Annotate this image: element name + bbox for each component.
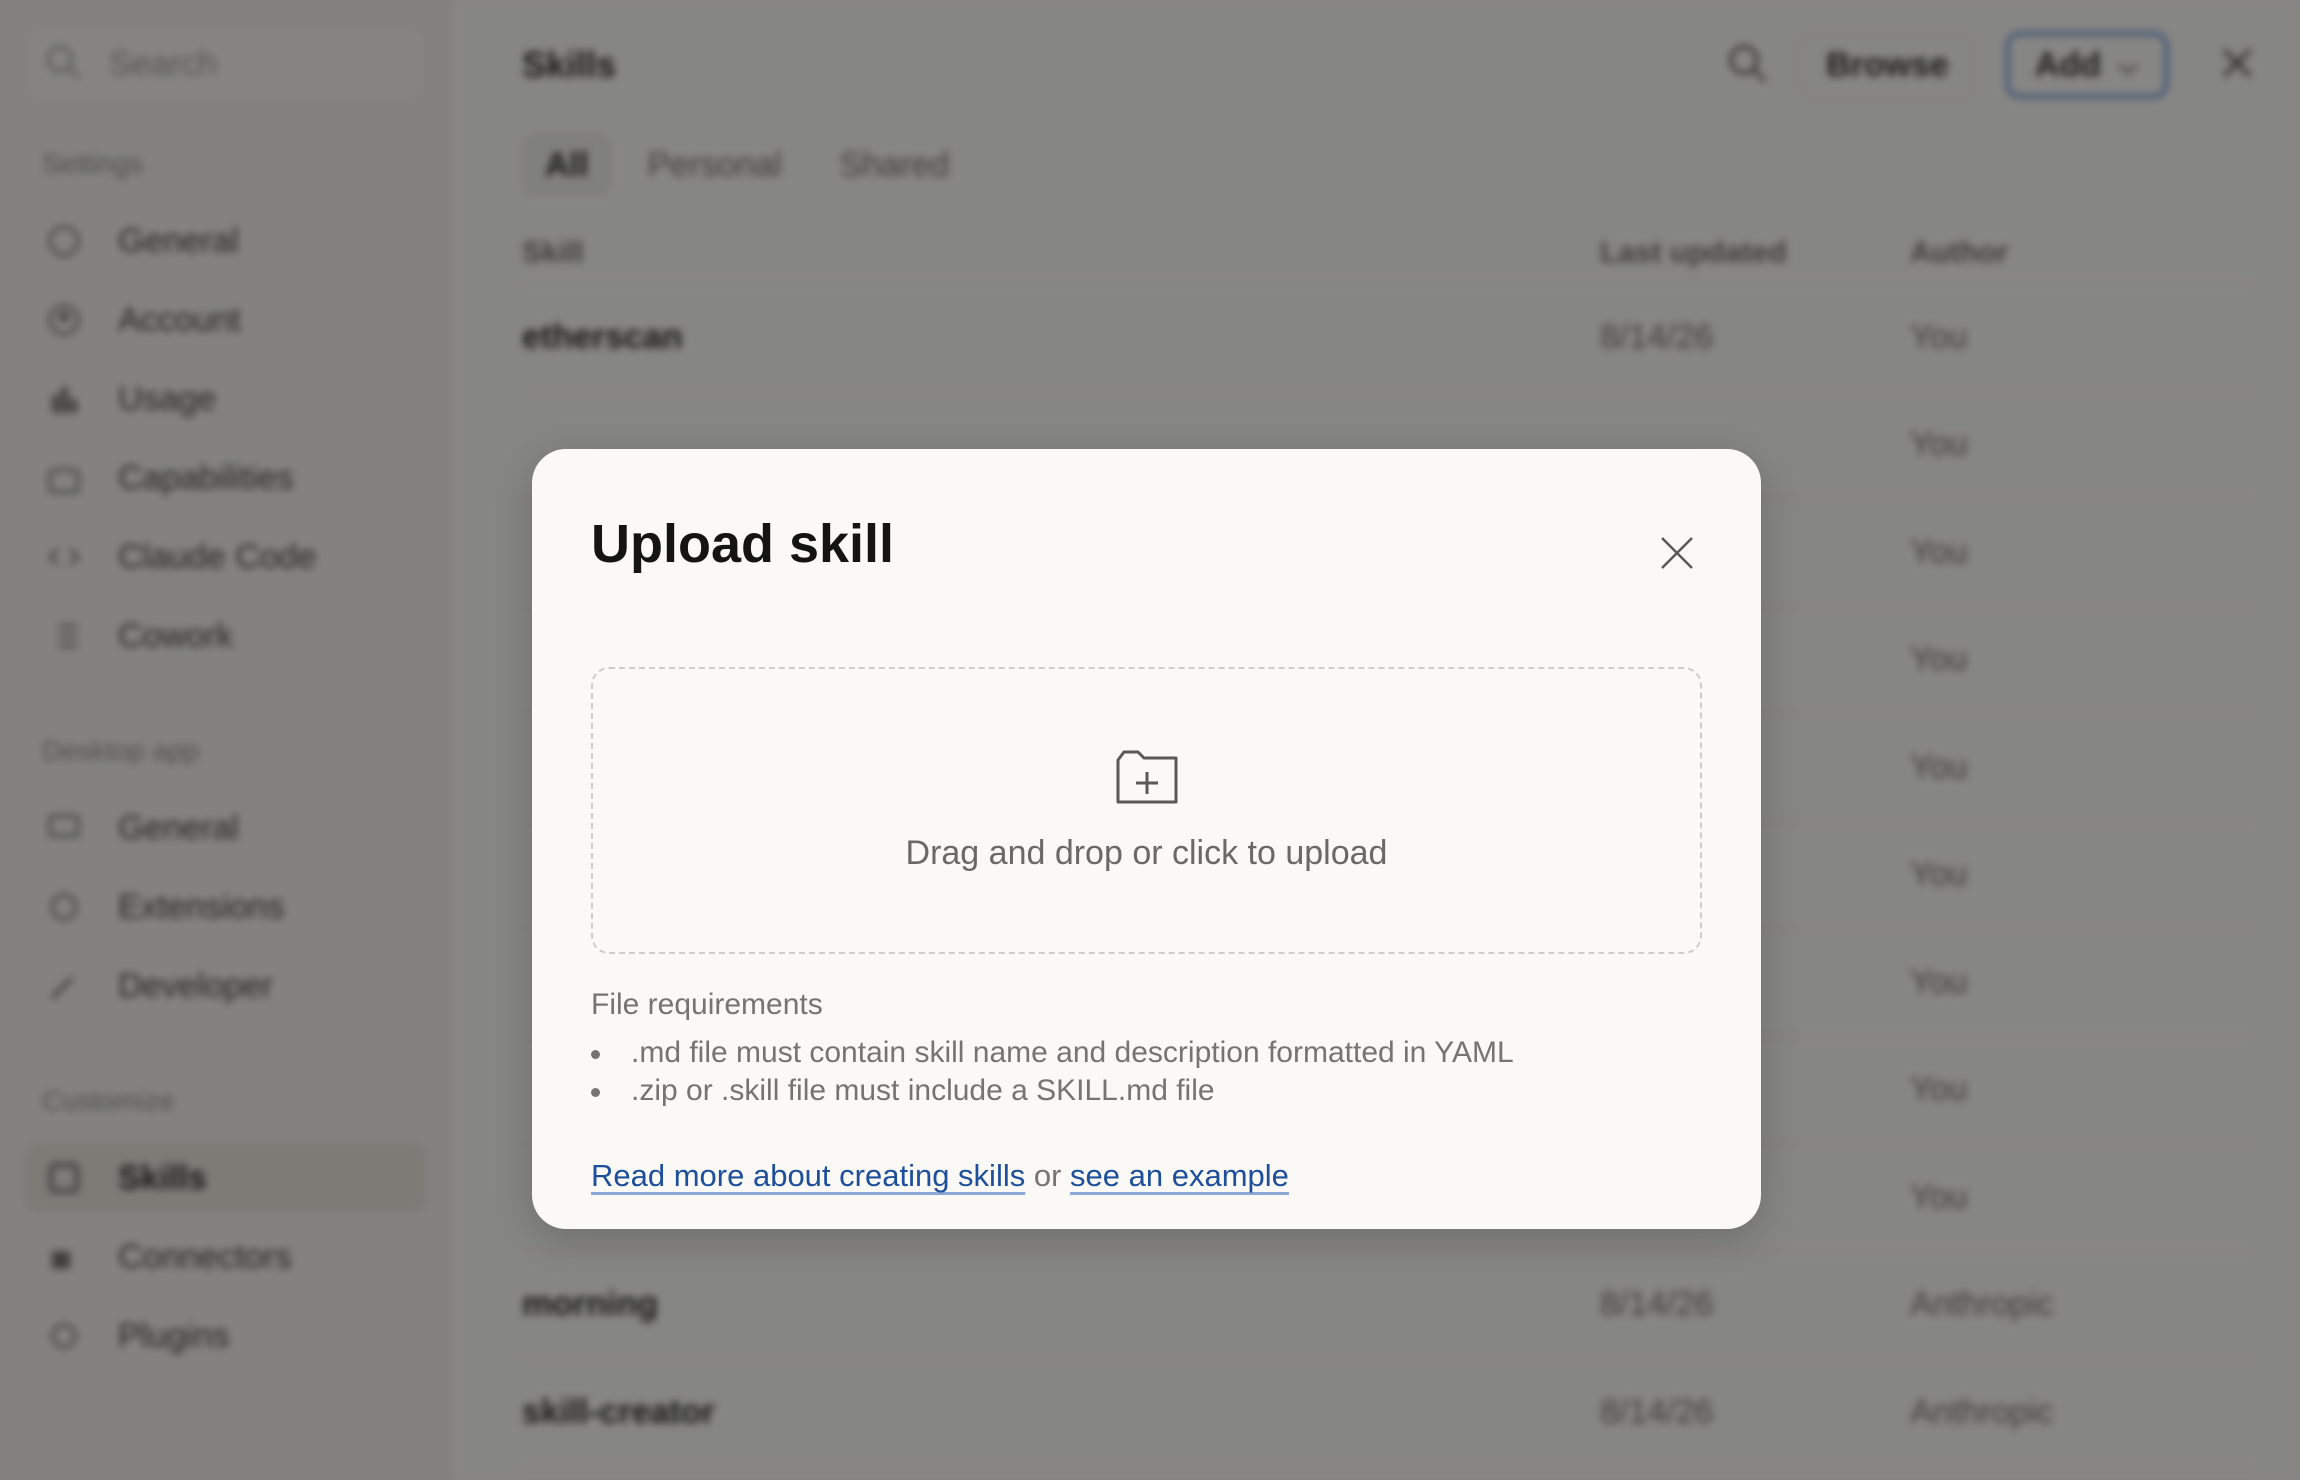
help-links: Read more about creating skills or see a… bbox=[591, 1158, 1702, 1194]
close-icon bbox=[1659, 535, 1695, 576]
close-dialog-button[interactable] bbox=[1647, 525, 1707, 585]
read-more-link[interactable]: Read more about creating skills bbox=[591, 1158, 1025, 1193]
requirement-item: .md file must contain skill name and des… bbox=[591, 1034, 1702, 1072]
link-separator: or bbox=[1033, 1158, 1062, 1193]
requirement-item: .zip or .skill file must include a SKILL… bbox=[591, 1072, 1702, 1110]
see-example-link[interactable]: see an example bbox=[1070, 1158, 1289, 1193]
folder-plus-icon bbox=[1114, 748, 1180, 808]
requirements-title: File requirements bbox=[591, 988, 823, 1021]
upload-skill-dialog: Upload skill Drag and drop or click to u… bbox=[532, 449, 1761, 1229]
dialog-title: Upload skill bbox=[591, 514, 895, 574]
upload-dropzone[interactable]: Drag and drop or click to upload bbox=[591, 667, 1702, 954]
dropzone-text: Drag and drop or click to upload bbox=[905, 834, 1388, 872]
requirements-list: .md file must contain skill name and des… bbox=[591, 1034, 1702, 1110]
